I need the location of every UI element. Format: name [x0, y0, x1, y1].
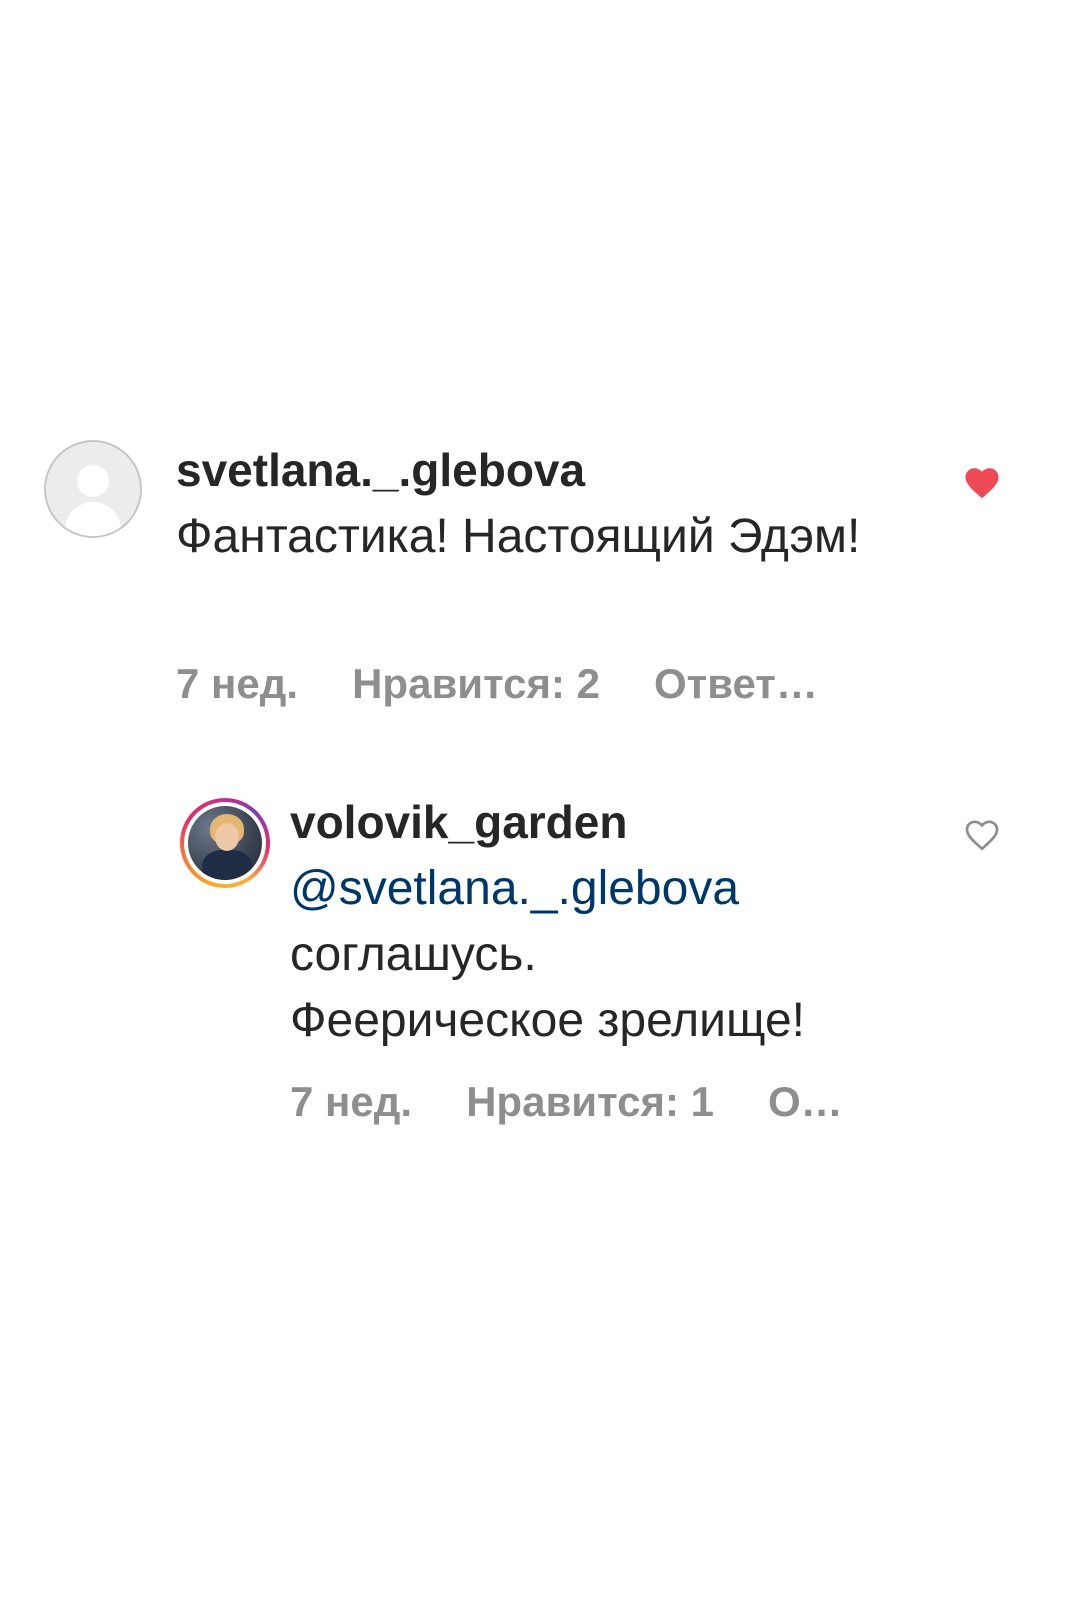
- avatar-ring-inner: [184, 802, 266, 884]
- heart-outline-icon[interactable]: [964, 818, 1000, 852]
- reply-comment: volovik_garden @svetlana._.glebova согла…: [0, 796, 1080, 1178]
- avatar-head-shape: [77, 465, 109, 497]
- comment-text-line: соглашусь.: [290, 928, 537, 981]
- comment: svetlana._.glebova Фантастика! Настоящий…: [0, 440, 1080, 740]
- comment-age: 7 нед.: [290, 1078, 413, 1125]
- likes-count[interactable]: Нравится: 1: [466, 1076, 714, 1128]
- comment-meta: 7 нед. Нравится: 2 Ответ…: [176, 658, 818, 710]
- avatar-shoulders-shape: [65, 502, 121, 536]
- comment-username[interactable]: svetlana._.glebova: [176, 442, 585, 498]
- heart-filled-icon[interactable]: [964, 466, 1000, 500]
- default-avatar-icon[interactable]: [44, 440, 142, 538]
- comment-username[interactable]: volovik_garden: [290, 794, 627, 850]
- photo-body-shape: [202, 850, 252, 880]
- avatar[interactable]: [180, 798, 270, 888]
- reply-button[interactable]: Ответ…: [654, 658, 818, 710]
- photo-face-shape: [215, 823, 239, 851]
- reply-button[interactable]: О…: [768, 1076, 843, 1128]
- profile-photo: [188, 806, 262, 880]
- comment-text-line: Феерическое зрелище!: [290, 994, 805, 1047]
- comment-text: @svetlana._.glebova соглашусь. Феерическ…: [290, 856, 990, 1054]
- comment-meta: 7 нед. Нравится: 1 О…: [290, 1076, 843, 1128]
- mention-link[interactable]: @svetlana._.glebova: [290, 856, 990, 922]
- likes-count[interactable]: Нравится: 2: [352, 658, 600, 710]
- comment-age: 7 нед.: [176, 660, 299, 707]
- comment-text: Фантастика! Настоящий Эдэм!: [176, 510, 861, 563]
